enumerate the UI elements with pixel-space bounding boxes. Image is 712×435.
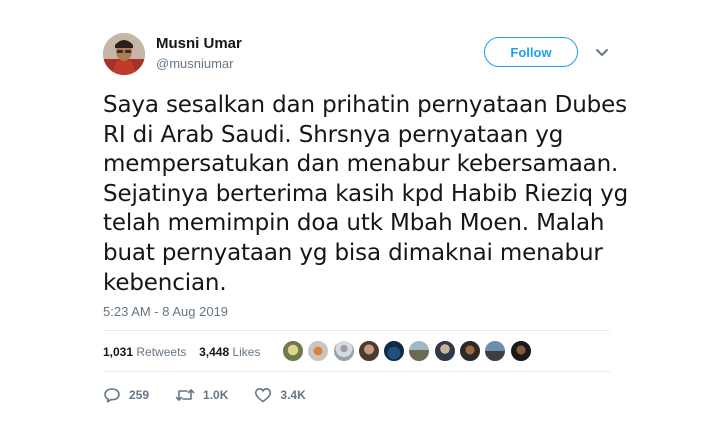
tweet-text-line: Saya sesalkan dan prihatin pernyataan Du… [103,92,627,118]
liker-avatar[interactable] [433,340,456,362]
divider [103,330,610,331]
reply-icon [104,388,120,403]
retweet-button[interactable]: 1.0K [175,387,228,403]
chevron-down-icon[interactable] [594,46,610,58]
tweet-text-line: RI di Arab Saudi. Shrsnya pernyataan yg [103,121,564,148]
likes-stat[interactable]: 3,448 Likes [199,345,260,359]
reply-count: 259 [129,388,150,402]
retweet-count: 1.0K [203,388,229,402]
liker-avatar[interactable] [408,340,431,362]
like-count: 3.4K [280,388,306,402]
tweet-text-line: telah memimpin doa utk Mbah Moen. Malah [103,210,605,237]
retweets-count: 1,031 [103,345,134,359]
tweet-text-line: mempersatukan dan menabur kebersamaan. [103,151,619,178]
liker-avatar[interactable] [459,340,482,362]
liker-avatars [282,340,535,362]
author-handle[interactable]: @musniumar [156,56,234,72]
retweet-icon [175,389,195,401]
retweets-label: Retweets [136,345,187,359]
likes-count: 3,448 [199,345,230,359]
heart-icon [255,388,272,403]
tweet-stats: 1,031 Retweets 3,448 Likes [103,344,260,360]
liker-avatar[interactable] [282,340,304,362]
retweets-stat[interactable]: 1,031 Retweets [103,345,190,359]
author-avatar[interactable] [103,33,145,75]
liker-avatar[interactable] [509,340,532,362]
tweet-actions: 259 1.0K 3.4K [103,387,332,403]
tweet-text-line: Sejatinya berterima kasih kpd Habib Riez… [103,180,629,207]
reply-button[interactable]: 259 [103,387,149,403]
liker-avatar[interactable] [357,340,380,362]
tweet-text: Saya sesalkan dan prihatin pernyataan Du… [103,91,629,298]
liker-avatar[interactable] [383,340,406,362]
likes-label: Likes [232,345,261,359]
liker-avatar[interactable] [307,340,330,362]
follow-button[interactable]: Follow [484,37,578,67]
tweet-text-line: buat pernyataan yg bisa dimaknai menabur [103,239,603,266]
tweet-timestamp[interactable]: 5:23 AM - 8 Aug 2019 [103,304,228,320]
liker-avatar[interactable] [484,340,507,362]
divider [103,371,610,372]
tweet-text-line: kebencian. [103,269,227,296]
author-display-name[interactable]: Musni Umar [156,35,242,53]
like-button[interactable]: 3.4K [254,387,306,403]
liker-avatar[interactable] [332,340,355,362]
tweet-card: Musni Umar @musniumar Follow Saya sesalk… [0,0,712,435]
